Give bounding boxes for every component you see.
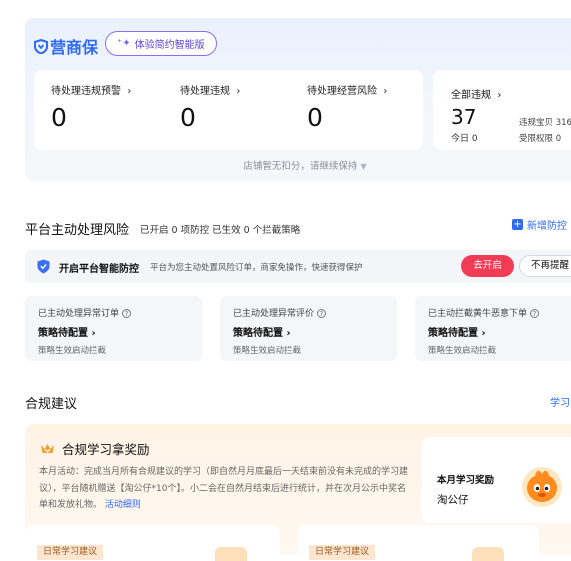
shop-risk-summary-card: 营商保 ⁺✦ 体验简约智能版 待处理违规预警 › 0 待处理违规 › 0 待处理… xyxy=(25,18,571,181)
strategy-status: 策略待配置 xyxy=(38,328,88,339)
chevron-right-icon: › xyxy=(481,328,486,339)
chevron-right-icon: › xyxy=(124,86,132,97)
stat-label: 待处理违规预警 xyxy=(51,86,121,97)
chevron-right-icon: › xyxy=(380,86,388,97)
monthly-prize-card: 本月学习奖励 淘公仔 xyxy=(422,437,571,523)
prize-name: 淘公仔 xyxy=(437,494,469,506)
strategy-status: 策略待配置 xyxy=(233,328,283,339)
deduction-notice-text: 店铺暂无扣分，请继续保持 xyxy=(243,161,358,172)
protection-desc: 平台为您主动处置风险订单，商家免操作，快速获得保护 xyxy=(150,263,363,273)
add-protection-button[interactable]: + 新增防控 xyxy=(512,217,567,232)
deduction-notice[interactable]: 店铺暂无扣分，请继续保持 ▼ xyxy=(25,158,571,172)
activity-rules-link[interactable]: 活动细则 xyxy=(105,500,141,510)
reward-desc-text: 本月活动：完成当月所有合规建议的学习（即自然月月底最后一天结束前没有未完成的学习… xyxy=(39,467,409,510)
try-simple-ai-button[interactable]: ⁺✦ 体验简约智能版 xyxy=(105,31,217,56)
strategy-note: 策略生效启动拦截 xyxy=(428,346,497,356)
add-protection-label: 新增防控 xyxy=(527,221,567,232)
stat-label: 待处理经营风险 xyxy=(307,86,377,97)
ai-button-label: 体验简约智能版 xyxy=(134,40,205,51)
stat-value: 0 xyxy=(51,103,67,132)
chevron-right-icon: › xyxy=(233,86,241,97)
daily-learning-tag: 日常学习建议 xyxy=(309,545,376,560)
help-icon[interactable]: ? xyxy=(317,309,327,318)
help-icon[interactable]: ? xyxy=(530,309,540,318)
stat-pending-warning[interactable]: 待处理违规预警 › 0 xyxy=(51,82,131,131)
plus-icon: + xyxy=(512,219,523,230)
protection-title: 开启平台智能防控 xyxy=(59,264,139,275)
crown-icon xyxy=(41,444,54,453)
taobao-mascot-icon xyxy=(522,467,562,507)
risk-section-subtitle: 已开启 0 项防控 已生效 0 个拦截策略 xyxy=(140,225,301,236)
reward-description: 本月活动：完成当月所有合规建议的学习（即自然月月底最后一天结束前没有未完成的学习… xyxy=(39,464,409,514)
risk-section-title: 平台主动处理风险 xyxy=(25,223,130,238)
smart-protection-banner: 开启平台智能防控 平台为您主动处置风险订单，商家免操作，快速获得保护 去开启 不… xyxy=(25,250,571,283)
compliance-section-title: 合规建议 xyxy=(25,397,78,412)
strategy-label: 已主动处理异常订单 xyxy=(38,309,120,319)
dont-remind-button[interactable]: 不再提醒 xyxy=(519,255,571,277)
daily-learning-tag: 日常学习建议 xyxy=(37,545,104,560)
stat-pending-violation[interactable]: 待处理违规 › 0 xyxy=(180,82,240,131)
strategy-label: 已主动处理异常评价 xyxy=(233,309,315,319)
shield-check-icon xyxy=(37,259,50,274)
chevron-right-icon: › xyxy=(286,328,291,339)
stat-value: 0 xyxy=(307,103,323,132)
chevron-right-icon: › xyxy=(91,328,96,339)
strategy-label: 已主动拦截黄牛恶意下单 xyxy=(428,309,528,319)
learn-link[interactable]: 学习 xyxy=(550,394,570,409)
brand-logo: 营商保 xyxy=(34,34,98,58)
stat-label: 待处理违规 xyxy=(180,86,230,97)
strategy-card-abnormal-reviews[interactable]: 已主动处理异常评价? 策略待配置 › 策略生效启动拦截 xyxy=(220,296,397,361)
stat-pending-business-risk[interactable]: 待处理经营风险 › 0 xyxy=(307,82,387,131)
strategy-status: 策略待配置 xyxy=(428,328,478,339)
card-illustration xyxy=(215,547,247,561)
all-violations-label: 全部违规 xyxy=(451,90,491,101)
reward-heading: 合规学习拿奖励 xyxy=(40,439,150,458)
brand-name: 营商保 xyxy=(50,38,99,57)
enable-protection-button[interactable]: 去开启 xyxy=(461,255,514,277)
all-violations-panel[interactable]: 全部违规 › 37 今日 0 违规宝贝 316 受限权限 0 xyxy=(433,70,571,150)
card-illustration xyxy=(472,547,504,561)
help-icon[interactable]: ? xyxy=(122,309,132,318)
strategy-note: 策略生效启动拦截 xyxy=(38,346,107,356)
violations-today: 今日 0 xyxy=(451,134,478,144)
pending-stats-panel: 待处理违规预警 › 0 待处理违规 › 0 待处理经营风险 › 0 xyxy=(34,70,423,150)
strategy-card-scalper-orders[interactable]: 已主动拦截黄牛恶意下单? 策略待配置 › 策略生效启动拦截 xyxy=(415,296,571,361)
strategy-card-abnormal-orders[interactable]: 已主动处理异常订单? 策略待配置 › 策略生效启动拦截 xyxy=(25,296,202,361)
shield-logo-icon xyxy=(34,38,48,54)
sparkle-icon: ⁺✦ xyxy=(117,38,131,49)
prize-title: 本月学习奖励 xyxy=(437,475,495,486)
caret-down-icon: ▼ xyxy=(360,162,367,171)
reward-title: 合规学习拿奖励 xyxy=(62,442,150,457)
violations-total: 37 xyxy=(451,105,477,129)
restricted-permissions-count: 受限权限 0 xyxy=(519,134,562,144)
stat-value: 0 xyxy=(180,103,196,132)
strategy-note: 策略生效启动拦截 xyxy=(233,346,302,356)
chevron-right-icon: › xyxy=(494,90,502,101)
violation-items-count: 违规宝贝 316 xyxy=(519,118,571,128)
